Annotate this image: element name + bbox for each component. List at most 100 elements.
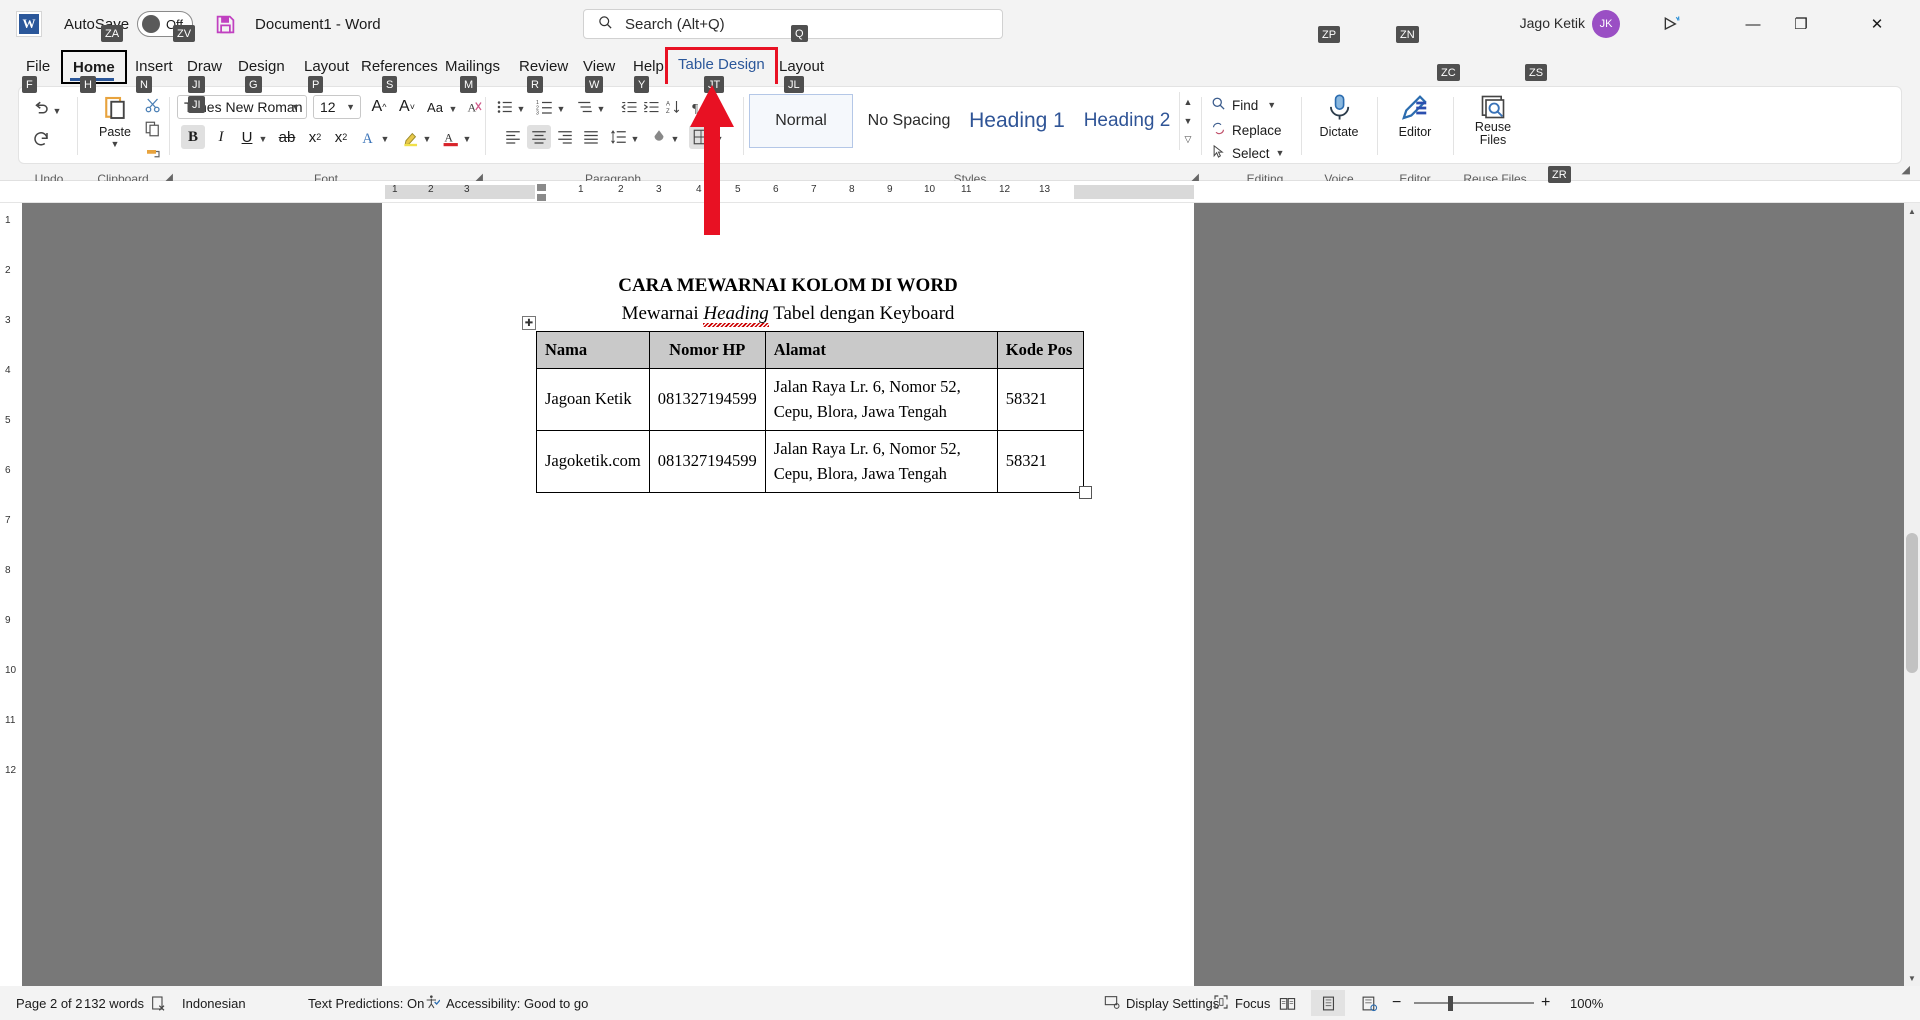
highlight-dropdown-icon[interactable]: ▼ bbox=[421, 127, 433, 151]
scroll-down-icon[interactable]: ▼ bbox=[1904, 970, 1920, 986]
ribbon-collapse-icon[interactable]: ◢ bbox=[1902, 163, 1910, 176]
focus-mode[interactable]: Focus bbox=[1213, 994, 1270, 1013]
tab-references[interactable]: References bbox=[351, 52, 448, 80]
table-header-nomor-hp[interactable]: Nomor HP bbox=[649, 332, 765, 369]
superscript-button[interactable]: x2 bbox=[329, 125, 353, 149]
read-mode-button[interactable] bbox=[1270, 990, 1304, 1016]
display-settings[interactable]: Display Settings bbox=[1104, 994, 1219, 1013]
strikethrough-button[interactable]: ab bbox=[275, 125, 299, 149]
subscript-button[interactable]: x2 bbox=[303, 125, 327, 149]
vertical-scrollbar[interactable]: ▲ ▼ bbox=[1904, 203, 1920, 986]
tab-insert[interactable]: Insert bbox=[125, 52, 183, 80]
save-icon[interactable] bbox=[213, 12, 237, 36]
scrollbar-thumb[interactable] bbox=[1906, 533, 1918, 673]
zoom-slider-track[interactable] bbox=[1414, 1002, 1534, 1004]
word-table[interactable]: Nama Nomor HP Alamat Kode Pos Jagoan Ket… bbox=[536, 331, 1084, 493]
italic-button[interactable]: I bbox=[209, 125, 233, 149]
line-spacing-dropdown-icon[interactable]: ▼ bbox=[629, 127, 641, 151]
font-size-input[interactable]: 12 ▼ bbox=[313, 95, 361, 119]
table-move-handle[interactable]: ✚ bbox=[522, 316, 536, 330]
align-center-icon[interactable] bbox=[527, 125, 551, 149]
font-size-dropdown-icon[interactable]: ▼ bbox=[346, 102, 355, 112]
table-row[interactable]: Jagoketik.com 081327194599 Jalan Raya Lr… bbox=[537, 430, 1084, 492]
find-button[interactable]: Find ▼ bbox=[1211, 95, 1276, 115]
language-indicator[interactable]: Indonesian bbox=[182, 996, 246, 1011]
cell-alamat[interactable]: Jalan Raya Lr. 6, Nomor 52, Cepu, Blora,… bbox=[765, 430, 997, 492]
underline-button[interactable]: U bbox=[235, 125, 259, 149]
undo-button[interactable] bbox=[29, 97, 53, 121]
scroll-up-icon[interactable]: ▲ bbox=[1904, 203, 1920, 219]
bullets-icon[interactable] bbox=[493, 95, 517, 119]
table-row[interactable]: Jagoan Ketik 081327194599 Jalan Raya Lr.… bbox=[537, 368, 1084, 430]
document-page[interactable]: CARA MEWARNAI KOLOM DI WORD Mewarnai Hea… bbox=[382, 203, 1194, 986]
style-no-spacing[interactable]: No Spacing bbox=[857, 94, 961, 148]
select-button[interactable]: Select ▼ bbox=[1211, 143, 1284, 163]
web-layout-button[interactable] bbox=[1352, 990, 1386, 1016]
word-count[interactable]: 132 words bbox=[84, 996, 144, 1011]
styles-more-icon[interactable]: ▽ bbox=[1180, 130, 1196, 149]
page-indicator[interactable]: Page 2 of 2 bbox=[16, 996, 83, 1011]
cell-kode-pos[interactable]: 58321 bbox=[997, 430, 1083, 492]
cell-nomor-hp[interactable]: 081327194599 bbox=[649, 430, 765, 492]
text-effects-dropdown-icon[interactable]: ▼ bbox=[379, 127, 391, 151]
close-button[interactable]: ✕ bbox=[1854, 0, 1900, 48]
paste-dropdown-icon[interactable]: ▼ bbox=[111, 139, 120, 149]
font-color-dropdown-icon[interactable]: ▼ bbox=[461, 127, 473, 151]
first-line-indent-marker[interactable] bbox=[537, 184, 546, 191]
clear-formatting-icon[interactable]: A bbox=[463, 95, 487, 119]
ribbon-display-options-icon[interactable] bbox=[1660, 13, 1684, 35]
accessibility-status[interactable]: Accessibility: Good to go bbox=[424, 994, 588, 1013]
table-resize-handle[interactable] bbox=[1079, 486, 1092, 499]
zoom-out-button[interactable]: − bbox=[1392, 994, 1401, 1012]
dictate-button[interactable]: Dictate bbox=[1307, 93, 1371, 159]
tab-layout[interactable]: Layout bbox=[294, 52, 359, 80]
document-canvas[interactable]: CARA MEWARNAI KOLOM DI WORD Mewarnai Hea… bbox=[22, 203, 1904, 986]
styles-scroll-down-icon[interactable]: ▼ bbox=[1180, 111, 1196, 130]
avatar[interactable]: JK bbox=[1592, 10, 1620, 38]
change-case-dropdown-icon[interactable]: ▼ bbox=[447, 97, 459, 121]
paste-button[interactable]: Paste ▼ bbox=[83, 93, 147, 159]
underline-dropdown-icon[interactable]: ▼ bbox=[257, 127, 269, 151]
font-name-dropdown-icon[interactable]: ▼ bbox=[291, 102, 300, 112]
grow-font-icon[interactable]: A^ bbox=[367, 95, 391, 119]
redo-button[interactable] bbox=[29, 127, 53, 151]
table-header-kode-pos[interactable]: Kode Pos bbox=[997, 332, 1083, 369]
cut-icon[interactable] bbox=[141, 93, 165, 117]
text-predictions[interactable]: Text Predictions: On bbox=[308, 996, 424, 1011]
zoom-level[interactable]: 100% bbox=[1570, 996, 1603, 1011]
zoom-in-button[interactable]: + bbox=[1541, 994, 1550, 1012]
replace-button[interactable]: Replace bbox=[1211, 120, 1282, 140]
shading-icon[interactable] bbox=[647, 125, 671, 149]
bullets-dropdown-icon[interactable]: ▼ bbox=[515, 97, 527, 121]
align-left-icon[interactable] bbox=[501, 125, 525, 149]
styles-gallery-scrollbar[interactable]: ▲ ▼ ▽ bbox=[1179, 92, 1195, 150]
increase-indent-icon[interactable] bbox=[639, 95, 663, 119]
multilevel-list-icon[interactable] bbox=[573, 95, 597, 119]
shading-dropdown-icon[interactable]: ▼ bbox=[669, 127, 681, 151]
minimize-button[interactable]: — bbox=[1730, 0, 1776, 48]
table-header-alamat[interactable]: Alamat bbox=[765, 332, 997, 369]
select-dropdown-icon[interactable]: ▼ bbox=[1276, 148, 1285, 158]
numbering-dropdown-icon[interactable]: ▼ bbox=[555, 97, 567, 121]
cell-nama[interactable]: Jagoan Ketik bbox=[537, 368, 650, 430]
align-right-icon[interactable] bbox=[553, 125, 577, 149]
style-heading-2[interactable]: Heading 2 bbox=[1075, 94, 1179, 148]
multilevel-dropdown-icon[interactable]: ▼ bbox=[595, 97, 607, 121]
highlight-color-icon[interactable] bbox=[399, 125, 423, 149]
cell-nomor-hp[interactable]: 081327194599 bbox=[649, 368, 765, 430]
reuse-files-button[interactable]: Reuse Files bbox=[1461, 93, 1525, 159]
numbering-icon[interactable]: 123 bbox=[533, 95, 557, 119]
style-heading-1[interactable]: Heading 1 bbox=[965, 94, 1069, 148]
maximize-button[interactable]: ❐ bbox=[1778, 0, 1824, 48]
table-header-nama[interactable]: Nama bbox=[537, 332, 650, 369]
zoom-slider-thumb[interactable] bbox=[1448, 996, 1453, 1011]
shrink-font-icon[interactable]: A˅ bbox=[395, 95, 419, 119]
decrease-indent-icon[interactable] bbox=[617, 95, 641, 119]
sort-icon[interactable]: AZ bbox=[663, 95, 687, 119]
style-normal[interactable]: Normal bbox=[749, 94, 853, 148]
left-indent-marker[interactable] bbox=[537, 194, 546, 201]
tab-review[interactable]: Review bbox=[509, 52, 578, 80]
horizontal-ruler[interactable]: 1 2 3 1 2 3 4 5 6 7 8 9 10 11 12 13 bbox=[0, 181, 1920, 203]
change-case-icon[interactable]: Aa bbox=[423, 95, 447, 119]
text-effects-icon[interactable]: A bbox=[357, 125, 381, 149]
